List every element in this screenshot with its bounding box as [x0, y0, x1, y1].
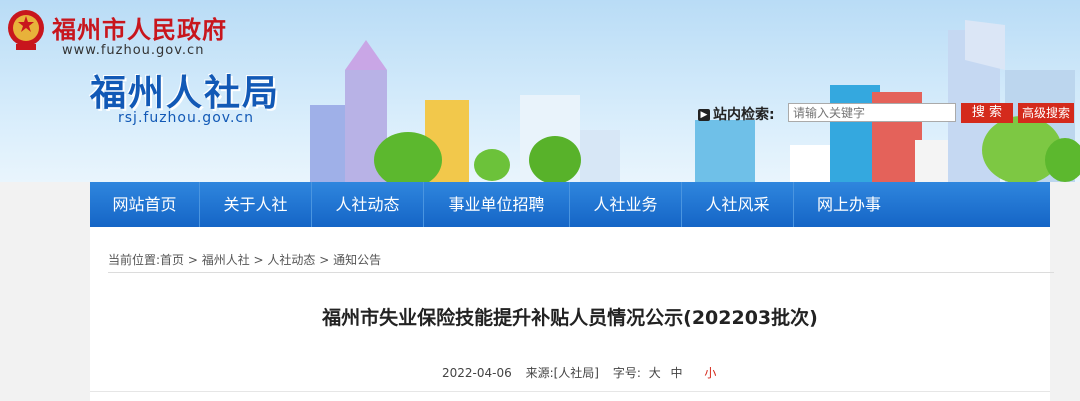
site-title-logo[interactable]: 福州人社局: [90, 64, 280, 116]
breadcrumb[interactable]: 当前位置:首页 > 福州人社 > 人社动态 > 通知公告: [108, 251, 381, 268]
gov-site-url: www.fuzhou.gov.cn: [62, 43, 205, 58]
header-banner: 福州市人民政府 www.fuzhou.gov.cn 福州人社局 rsj.fuzh…: [0, 0, 1080, 182]
article-meta: 2022-04-06 来源:[人社局] 字号: 大 中 小: [442, 364, 726, 381]
breadcrumb-divider: [108, 272, 1054, 273]
article-source: 来源:[人社局]: [525, 366, 599, 380]
nav-item-services[interactable]: 人社业务: [570, 182, 682, 227]
article-container: 当前位置:首页 > 福州人社 > 人社动态 > 通知公告 福州市失业保险技能提升…: [90, 227, 1054, 401]
nav-item-online-services[interactable]: 网上办事: [794, 182, 904, 227]
article-date: 2022-04-06: [442, 366, 512, 380]
national-emblem-icon: [8, 10, 44, 50]
meta-divider: [90, 391, 1050, 392]
search-button[interactable]: 搜 索: [961, 103, 1013, 123]
site-url: rsj.fuzhou.gov.cn: [118, 110, 254, 126]
nav-item-home[interactable]: 网站首页: [90, 182, 200, 227]
article-title: 福州市失业保险技能提升补贴人员情况公示(202203批次): [322, 307, 818, 329]
nav-item-gallery[interactable]: 人社风采: [682, 182, 794, 227]
search-label: ▶ 站内检索:: [698, 104, 775, 124]
font-size-medium-button[interactable]: 中: [671, 366, 683, 380]
gov-site-title[interactable]: 福州市人民政府: [52, 10, 227, 45]
advanced-search-button[interactable]: 高级搜索: [1018, 103, 1074, 123]
nav-item-recruitment[interactable]: 事业单位招聘: [424, 182, 570, 227]
font-size-label: 字号:: [612, 366, 641, 380]
search-input[interactable]: [788, 103, 956, 122]
search-icon: ▶: [698, 109, 710, 121]
font-size-large-button[interactable]: 大: [649, 366, 661, 380]
nav-item-about[interactable]: 关于人社: [200, 182, 312, 227]
nav-item-news[interactable]: 人社动态: [312, 182, 424, 227]
main-nav: 网站首页 关于人社 人社动态 事业单位招聘 人社业务 人社风采 网上办事: [90, 182, 1050, 227]
search-label-text: 站内检索:: [713, 107, 775, 123]
font-size-small-button[interactable]: 小: [704, 366, 716, 380]
